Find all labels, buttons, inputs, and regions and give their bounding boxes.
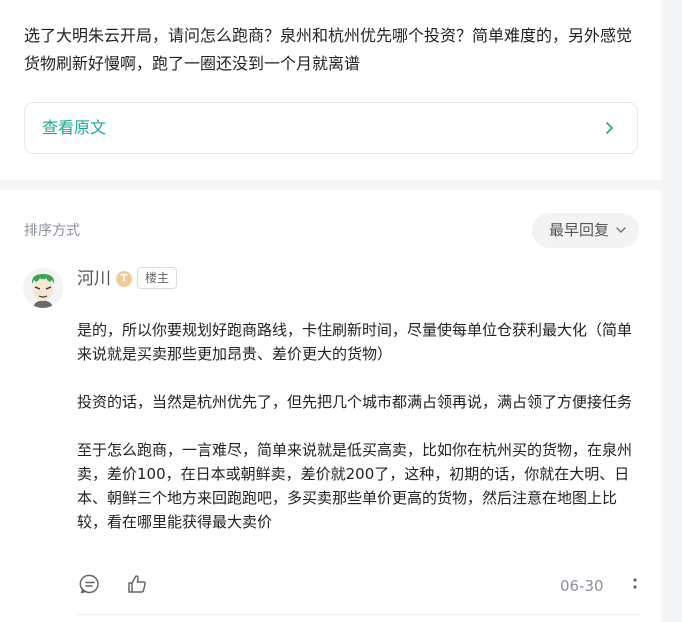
question-text: 选了大明朱云开局，请问怎么跑商？泉州和杭州优先哪个投资？简单难度的，另外感觉货物… xyxy=(24,26,633,73)
question-card: 选了大明朱云开局，请问怎么跑商？泉州和杭州优先哪个投资？简单难度的，另外感觉货物… xyxy=(0,0,661,180)
comment-body: 是的，所以你要规划好跑商路线，卡住刷新时间，尽量使每单位仓获利最大化（简单来说就… xyxy=(77,318,637,558)
more-options-icon[interactable] xyxy=(629,576,641,596)
op-badge: 楼主 xyxy=(137,267,178,289)
comments-section: 排序方式 最早回复 河川 T 楼主 是的，所以你要规划好跑商路线，卡住刷新时间，… xyxy=(0,190,661,622)
comment-date: 06-30 xyxy=(560,577,604,595)
avatar-image xyxy=(23,268,63,308)
comment-paragraph: 投资的话，当然是杭州优先了，但先把几个城市都满占领再说，满占领了方便接任务 xyxy=(77,393,633,411)
sort-label: 排序方式 xyxy=(24,223,80,239)
reply-icon[interactable] xyxy=(79,573,101,595)
chevron-right-icon xyxy=(606,122,613,134)
comment-paragraph: 至于怎么跑商，一言难尽，简单来说就是低买高卖，比如你在杭州买的货物，在泉州卖，差… xyxy=(77,441,633,531)
avatar[interactable] xyxy=(23,268,63,308)
divider xyxy=(77,614,639,615)
comment-paragraph: 是的，所以你要规划好跑商路线，卡住刷新时间，尽量使每单位仓获利最大化（简单来说就… xyxy=(77,321,633,363)
username[interactable]: 河川 xyxy=(77,268,111,290)
like-icon[interactable] xyxy=(126,573,148,595)
view-original-label: 查看原文 xyxy=(42,118,107,137)
sort-selected: 最早回复 xyxy=(549,221,610,239)
comment-actions: 06-30 xyxy=(77,573,642,599)
view-original-button[interactable]: 查看原文 xyxy=(24,102,638,154)
level-badge: T xyxy=(116,271,132,287)
chevron-down-icon xyxy=(616,227,626,233)
sort-dropdown[interactable]: 最早回复 xyxy=(532,213,639,248)
